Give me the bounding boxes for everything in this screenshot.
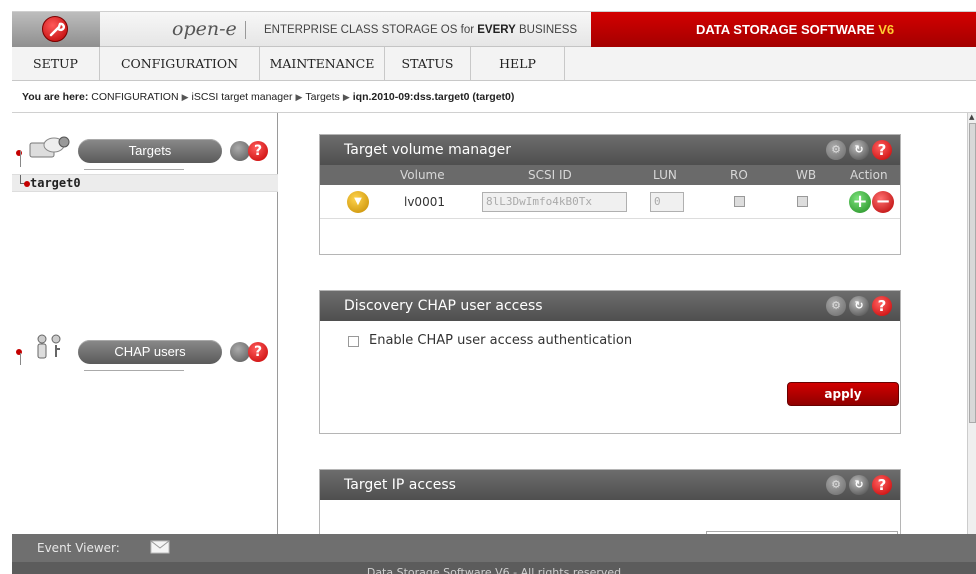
panel-title-text: Target volume manager xyxy=(344,142,512,158)
product-name: DATA STORAGE SOFTWARE V6 xyxy=(696,22,894,37)
lun-input[interactable]: 0 xyxy=(650,192,684,212)
col-lun: LUN xyxy=(653,168,677,182)
panel-title-text: Discovery CHAP user access xyxy=(344,298,543,314)
tagline: ENTERPRISE CLASS STORAGE OS for EVERY BU… xyxy=(264,24,577,36)
col-scsi-id: SCSI ID xyxy=(528,168,572,182)
enable-chap-checkbox[interactable] xyxy=(348,336,359,347)
panel-tools: ⚙ ↻? xyxy=(823,475,892,505)
discovery-chap-panel: Discovery CHAP user access ⚙ ↻? Enable CH… xyxy=(319,290,901,434)
wrench-logo-icon xyxy=(42,16,68,42)
chevron-right-icon: ▶ xyxy=(181,92,189,102)
refresh-icon[interactable]: ↻ xyxy=(849,140,869,160)
chevron-right-icon: ▶ xyxy=(295,92,303,102)
breadcrumb-current: iqn.2010-09:dss.target0 (target0) xyxy=(352,91,515,103)
tree-item-target0[interactable]: target0 xyxy=(12,174,278,192)
scrollbar-thumb[interactable] xyxy=(969,123,976,423)
logo-box xyxy=(12,12,100,47)
tree-item-label: target0 xyxy=(30,176,81,190)
wrench-icon[interactable] xyxy=(230,342,250,362)
product-banner: DATA STORAGE SOFTWARE V6 xyxy=(591,12,976,47)
event-viewer-bar: Event Viewer: xyxy=(12,534,976,562)
settings-icon[interactable]: ⚙ xyxy=(826,140,846,160)
product-label: DATA STORAGE SOFTWARE xyxy=(696,22,879,37)
panel-title: Target IP access ⚙ ↻? xyxy=(320,470,900,500)
chevron-right-icon: ▶ xyxy=(342,92,350,102)
menu-setup[interactable]: SETUP xyxy=(12,47,100,80)
col-ro: RO xyxy=(730,168,748,182)
panel-tools: ⚙ ↻? xyxy=(823,296,892,326)
envelope-icon[interactable] xyxy=(150,540,170,554)
chap-users-icon xyxy=(37,334,61,359)
tagline-suffix: BUSINESS xyxy=(515,24,578,36)
help-icon[interactable]: ? xyxy=(248,141,268,161)
expand-icon[interactable]: ▼ xyxy=(347,191,369,213)
tagline-bold: EVERY xyxy=(477,24,516,36)
help-icon[interactable]: ? xyxy=(248,342,268,362)
chap-users-section: CHAP users ? xyxy=(12,323,278,534)
top-strip xyxy=(0,0,976,10)
section-marker-icon xyxy=(16,349,22,355)
help-icon[interactable]: ? xyxy=(872,296,892,316)
breadcrumb-targets[interactable]: Targets xyxy=(305,91,339,103)
col-volume: Volume xyxy=(400,168,445,182)
target-volume-manager-panel: Target volume manager ⚙ ↻? Volume SCSI ID… xyxy=(319,134,901,255)
panel-title: Target volume manager ⚙ ↻? xyxy=(320,135,900,165)
main-menu: SETUP CONFIGURATION MAINTENANCE STATUS H… xyxy=(12,47,976,81)
targets-header[interactable]: Targets xyxy=(78,139,222,163)
refresh-icon[interactable]: ↻ xyxy=(849,296,869,316)
ro-checkbox[interactable] xyxy=(734,196,745,207)
breadcrumb: You are here: CONFIGURATION ▶ iSCSI target… xyxy=(12,81,976,113)
breadcrumb-configuration[interactable]: CONFIGURATION xyxy=(91,91,178,103)
app-window: open-e ENTERPRISE CLASS STORAGE OS for E… xyxy=(0,0,976,574)
table-row: ▼ lv0001 8lL3DwImfo4kB0Tx 0 + − xyxy=(320,185,900,219)
wrench-icon[interactable] xyxy=(230,141,250,161)
add-icon[interactable]: + xyxy=(849,191,871,213)
section-marker-icon xyxy=(16,150,22,156)
settings-icon[interactable]: ⚙ xyxy=(826,296,846,316)
wb-checkbox[interactable] xyxy=(797,196,808,207)
menu-status[interactable]: STATUS xyxy=(385,47,471,80)
col-action: Action xyxy=(850,168,888,182)
brand-logo: open-e xyxy=(172,18,237,40)
target-ip-access-panel: Target IP access ⚙ ↻? xyxy=(319,469,901,534)
refresh-icon[interactable]: ↻ xyxy=(849,475,869,495)
panel-title: Discovery CHAP user access ⚙ ↻? xyxy=(320,291,900,321)
product-version: V6 xyxy=(878,22,895,37)
scsi-id-input[interactable]: 8lL3DwImfo4kB0Tx xyxy=(482,192,627,212)
panel-title-text: Target IP access xyxy=(344,477,456,493)
resize-handle[interactable] xyxy=(84,370,184,371)
tagline-prefix: ENTERPRISE CLASS STORAGE OS for xyxy=(264,24,478,36)
header: open-e ENTERPRISE CLASS STORAGE OS for E… xyxy=(12,11,976,47)
volume-name: lv0001 xyxy=(404,195,445,209)
enable-chap-label: Enable CHAP user access authentication xyxy=(369,333,633,348)
menu-maintenance[interactable]: MAINTENANCE xyxy=(260,47,385,80)
table-header: Volume SCSI ID LUN RO WB Action xyxy=(320,165,900,185)
scroll-up-icon[interactable]: ▲ xyxy=(969,113,974,121)
targets-section: Targets ? target0 xyxy=(12,113,278,313)
resize-handle[interactable] xyxy=(84,169,184,170)
apply-button[interactable]: apply xyxy=(787,382,899,406)
remove-icon[interactable]: − xyxy=(872,191,894,213)
tree-line xyxy=(20,151,21,167)
main-content: Target volume manager ⚙ ↻? Volume SCSI ID… xyxy=(279,113,967,534)
targets-icon xyxy=(29,136,70,158)
menu-configuration[interactable]: CONFIGURATION xyxy=(100,47,260,80)
footer: Data Storage Software V6 - All rights re… xyxy=(12,562,976,574)
settings-icon[interactable]: ⚙ xyxy=(826,475,846,495)
tree-line xyxy=(20,353,21,365)
col-wb: WB xyxy=(796,168,817,182)
event-viewer-label: Event Viewer: xyxy=(37,541,120,555)
brand-separator xyxy=(245,21,246,39)
help-icon[interactable]: ? xyxy=(872,475,892,495)
menu-help[interactable]: HELP xyxy=(471,47,565,80)
breadcrumb-prefix: You are here: xyxy=(22,91,89,103)
help-icon[interactable]: ? xyxy=(872,140,892,160)
breadcrumb-iscsi-target-manager[interactable]: iSCSI target manager xyxy=(191,91,292,103)
vertical-scrollbar[interactable]: ▲ xyxy=(967,113,976,534)
left-panel: Targets ? target0 CHAP users ? xyxy=(12,113,278,534)
chap-users-header[interactable]: CHAP users xyxy=(78,340,222,364)
